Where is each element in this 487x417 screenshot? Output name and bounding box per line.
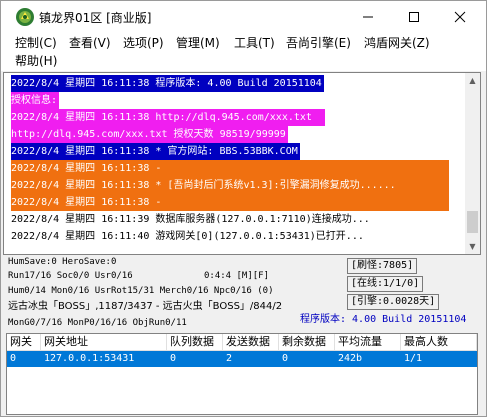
- cell-queue: 0: [170, 353, 177, 364]
- cell-remaining: 0: [282, 353, 289, 364]
- scroll-thumb[interactable]: [467, 211, 478, 233]
- engine-uptime-badge: [引擎:0.0028天]: [347, 294, 440, 310]
- maximize-button[interactable]: [391, 1, 437, 33]
- col-queue[interactable]: 队列数据: [167, 334, 223, 350]
- status-monsters: MonG0/7/16 MonP0/16/16 ObjRun0/11: [8, 318, 187, 328]
- minimize-button[interactable]: [345, 1, 391, 33]
- cell-sent: 2: [226, 353, 233, 364]
- cell-avg-traffic: 242b: [338, 353, 363, 364]
- status-counts: Hum0/14 Mon0/16 UsrRot15/31 Merch0/16 Np…: [8, 286, 274, 296]
- version-label: 程序版本: 4.00 Build 20151104: [300, 314, 467, 325]
- log-line-text: 2022/8/4 星期四 16:11:38 * 官方网站: BBS.53BBK.…: [11, 143, 300, 160]
- refresh-count-badge: [刷怪:7805]: [347, 258, 418, 274]
- status-time: 0:4:4 [M][F]: [204, 271, 270, 281]
- col-address[interactable]: 网关地址: [41, 334, 167, 350]
- status-boss: 远古冰虫「BOSS」,1187/3437 - 远古火虫「BOSS」/844/2: [8, 301, 283, 312]
- log-line: 2022/8/4 星期四 16:11:38 * 官方网站: BBS.53BBK.…: [4, 143, 464, 160]
- log-line-text: 2022/8/4 星期四 16:11:38 * [吾尚封后门系统v1.3]:引擎…: [11, 177, 449, 194]
- menu-help[interactable]: 帮助(H): [13, 52, 59, 70]
- col-max-users[interactable]: 最高人数: [401, 334, 477, 350]
- gateway-table: 网关 网关地址 队列数据 发送数据 剩余数据 平均流量 最高人数 0 127.0…: [6, 333, 478, 415]
- status-save: HumSave:0 HeroSave:0: [8, 257, 117, 267]
- log-line: 授权信息:: [4, 92, 464, 109]
- close-icon: [454, 11, 466, 22]
- maximize-icon: [409, 11, 419, 22]
- log-lines: 2022/8/4 星期四 16:11:38 程序版本: 4.00 Build 2…: [4, 75, 464, 245]
- col-gateway[interactable]: 网关: [7, 334, 41, 350]
- close-button[interactable]: [437, 1, 483, 33]
- log-line: 2022/8/4 星期四 16:11:38 * [吾尚封后门系统v1.3]:引擎…: [4, 177, 464, 194]
- cell-gateway: 0: [10, 353, 17, 364]
- menu-view[interactable]: 查看(V): [67, 34, 113, 52]
- scroll-down-arrow-icon[interactable]: ▼: [465, 239, 480, 254]
- menu-gateway[interactable]: 鸿盾网关(Z): [362, 34, 432, 52]
- log-line: 2022/8/4 星期四 16:11:38 程序版本: 4.00 Build 2…: [4, 75, 464, 92]
- col-avg-traffic[interactable]: 平均流量: [335, 334, 401, 350]
- log-line: 2022/8/4 星期四 16:11:39 数据库服务器(127.0.0.1:7…: [4, 211, 464, 228]
- log-line-text: 2022/8/4 星期四 16:11:38 程序版本: 4.00 Build 2…: [11, 75, 324, 92]
- menu-engine[interactable]: 吾尚引擎(E): [284, 34, 353, 52]
- window-title: 镇龙界01区 [商业版]: [39, 11, 152, 25]
- scroll-up-arrow-icon[interactable]: ▲: [465, 73, 480, 88]
- col-sent[interactable]: 发送数据: [223, 334, 279, 350]
- status-run: Run17/16 Soc0/0 Usr0/16: [8, 271, 133, 281]
- log-line: http://dlq.945.com/xxx.txt 授权天数 98519/99…: [4, 126, 464, 143]
- menu-control[interactable]: 控制(C): [13, 34, 59, 52]
- log-panel[interactable]: 2022/8/4 星期四 16:11:38 程序版本: 4.00 Build 2…: [3, 72, 481, 255]
- log-line: 2022/8/4 星期四 16:11:38 -: [4, 194, 464, 211]
- table-row[interactable]: 0 127.0.0.1:53431 0 2 0 242b 1/1: [7, 351, 477, 367]
- app-logo-icon: [15, 7, 35, 27]
- log-line: 2022/8/4 星期四 16:11:38 http://dlq.945.com…: [4, 109, 464, 126]
- log-line-text: 2022/8/4 星期四 16:11:40 游戏网关[0](127.0.0.1:…: [11, 231, 364, 242]
- log-line-text: 2022/8/4 星期四 16:11:38 -: [11, 194, 449, 211]
- log-scrollbar[interactable]: ▲ ▼: [465, 73, 480, 254]
- menu-manage[interactable]: 管理(M): [174, 34, 222, 52]
- log-line-text: 2022/8/4 星期四 16:11:38 -: [11, 160, 449, 177]
- log-line-text: 2022/8/4 星期四 16:11:39 数据库服务器(127.0.0.1:7…: [11, 214, 370, 225]
- col-remaining[interactable]: 剩余数据: [279, 334, 335, 350]
- gateway-table-header: 网关 网关地址 队列数据 发送数据 剩余数据 平均流量 最高人数: [7, 334, 477, 351]
- log-line: 2022/8/4 星期四 16:11:40 游戏网关[0](127.0.0.1:…: [4, 228, 464, 245]
- title-bar[interactable]: 镇龙界01区 [商业版]: [1, 1, 486, 33]
- status-panel: HumSave:0 HeroSave:0 Run17/16 Soc0/0 Usr…: [1, 255, 486, 333]
- menu-options[interactable]: 选项(P): [121, 34, 166, 52]
- menu-tools[interactable]: 工具(T): [232, 34, 277, 52]
- cell-address: 127.0.0.1:53431: [44, 353, 135, 364]
- log-line-text: 2022/8/4 星期四 16:11:38 http://dlq.945.com…: [11, 109, 325, 126]
- main-window: 镇龙界01区 [商业版] 控制(C) 查看(V) 选项(P) 管理(M) 工具(…: [0, 0, 487, 417]
- cell-max-users: 1/1: [404, 353, 423, 364]
- menu-bar: 控制(C) 查看(V) 选项(P) 管理(M) 工具(T) 吾尚引擎(E) 鸿盾…: [1, 33, 486, 71]
- log-line-text: 授权信息:: [11, 92, 60, 109]
- log-line: 2022/8/4 星期四 16:11:38 -: [4, 160, 464, 177]
- online-count-badge: [在线:1/1/0]: [347, 276, 424, 292]
- log-line-text: http://dlq.945.com/xxx.txt 授权天数 98519/99…: [11, 126, 288, 143]
- minimize-icon: [363, 16, 373, 17]
